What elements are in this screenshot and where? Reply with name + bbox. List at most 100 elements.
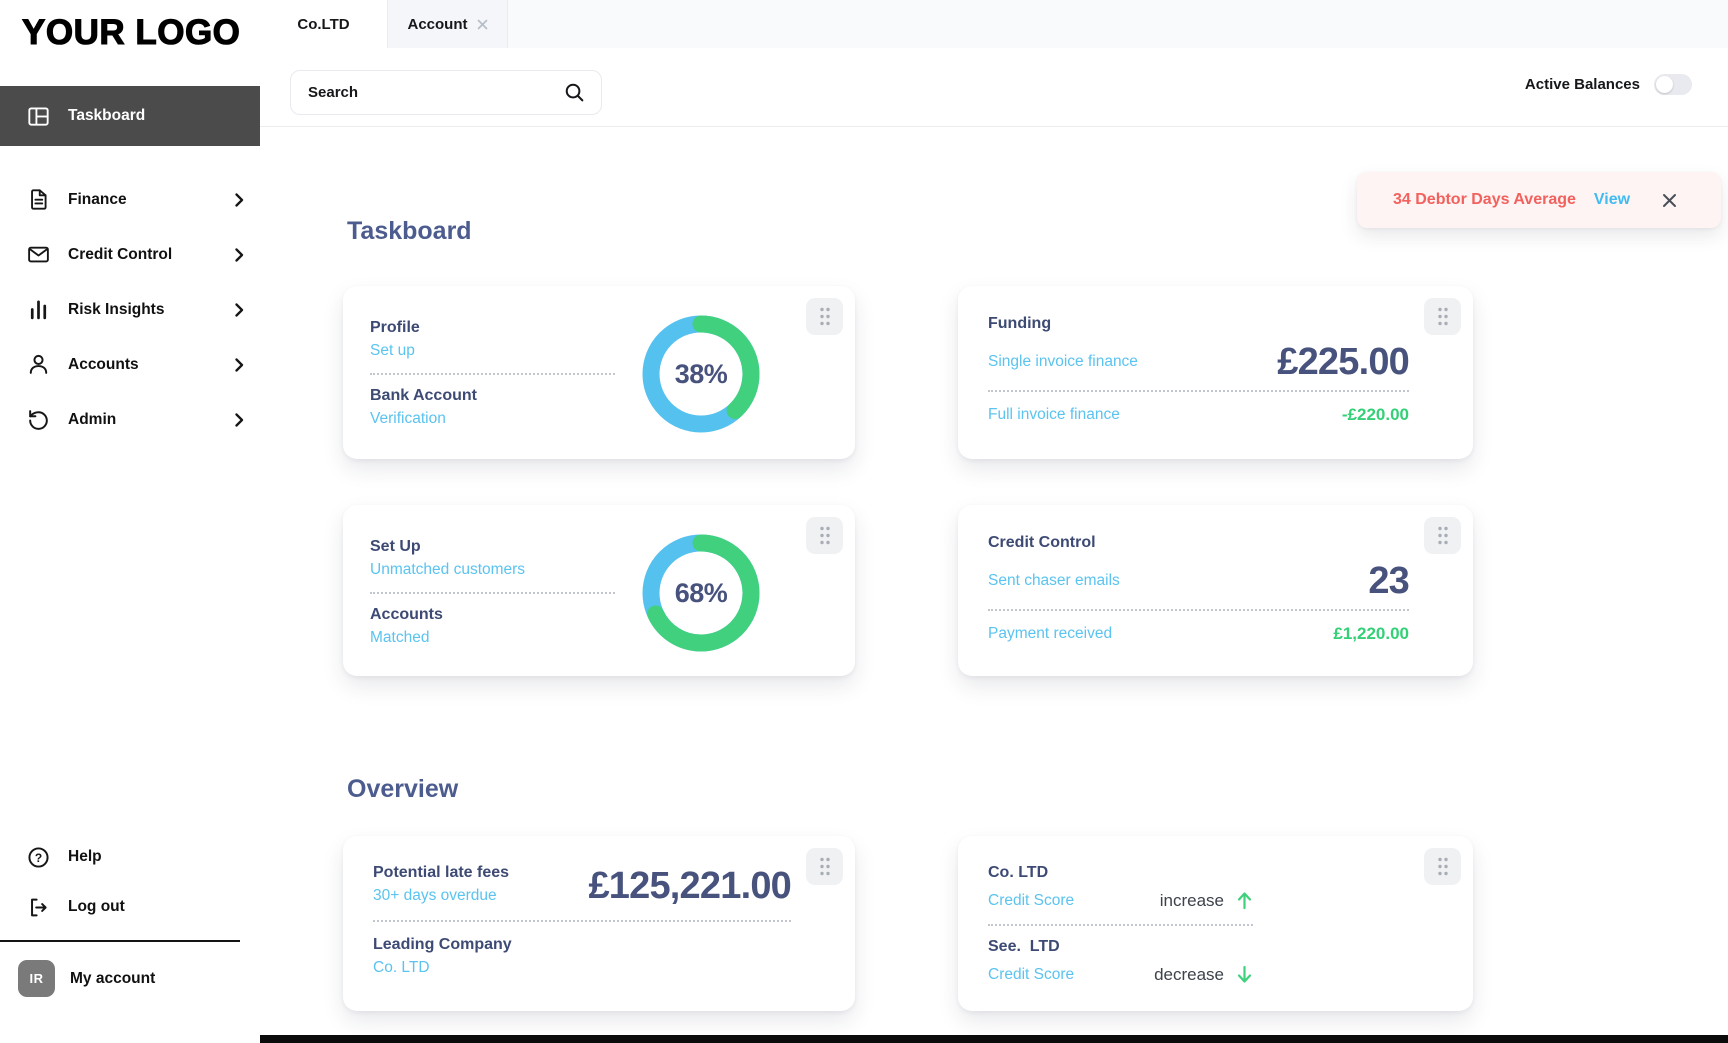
dotted-divider xyxy=(370,373,615,375)
banner-close-icon[interactable] xyxy=(1662,193,1677,208)
avatar: IR xyxy=(18,960,55,997)
chevron-right-icon xyxy=(235,302,244,317)
sidebar-nav: Finance Credit Control Risk Insights Acc… xyxy=(0,172,260,447)
stat-label: Sent chaser emails xyxy=(988,572,1120,589)
sidebar-item-taskboard[interactable]: Taskboard xyxy=(0,86,260,146)
stat-label: Payment received xyxy=(988,625,1113,642)
card-entry: Profile Set up xyxy=(370,319,615,360)
stat-value: £1,220.00 xyxy=(1333,624,1409,643)
entry-title: Set Up xyxy=(370,538,421,555)
card-title: Credit Control xyxy=(988,534,1096,551)
card-entry: Co. LTD Credit Score increase xyxy=(988,864,1253,911)
drag-handle-icon[interactable] xyxy=(1424,298,1461,335)
card-title: Funding xyxy=(988,315,1052,332)
chevron-right-icon xyxy=(235,192,244,207)
sidebar-item-label: Taskboard xyxy=(68,107,146,124)
dotted-divider xyxy=(988,924,1253,926)
sidebar: YOUR LOGO Taskboard Finance Credit Contr… xyxy=(0,0,260,1043)
card-entry: See. LTD Credit Score decrease xyxy=(988,938,1253,985)
sidebar-item-credit-control[interactable]: Credit Control xyxy=(0,227,260,282)
sidebar-item-finance[interactable]: Finance xyxy=(0,172,260,227)
arrow-down-icon xyxy=(1236,964,1253,985)
stat-label: Credit Score xyxy=(988,891,1075,909)
trend-direction-label: decrease xyxy=(1154,964,1224,984)
sidebar-item-help[interactable]: ? Help xyxy=(0,832,260,882)
sidebar-item-admin[interactable]: Admin xyxy=(0,392,260,447)
chevron-right-icon xyxy=(235,412,244,427)
entry-subtitle: Verification xyxy=(370,410,446,427)
donut-percent-label: 38% xyxy=(674,358,728,389)
sidebar-item-accounts[interactable]: Accounts xyxy=(0,337,260,392)
card-funding: Funding Single invoice finance £225.00 F… xyxy=(958,286,1473,459)
dotted-divider xyxy=(373,920,791,922)
drag-handle-icon[interactable] xyxy=(806,848,843,885)
active-balances-control: Active Balances xyxy=(1525,74,1692,95)
card-entry: Set Up Unmatched customers xyxy=(370,538,615,579)
drag-handle-icon[interactable] xyxy=(806,298,843,335)
sidebar-item-label: Log out xyxy=(68,898,125,915)
stat-label: Full invoice finance xyxy=(988,406,1120,423)
help-icon: ? xyxy=(26,845,51,870)
section-title-overview: Overview xyxy=(347,775,459,803)
stat-value: 23 xyxy=(1368,560,1409,602)
completion-donut-chart: 68% xyxy=(641,533,761,653)
stat-value: -£220.00 xyxy=(1341,405,1409,424)
search-input[interactable] xyxy=(308,84,563,101)
trend-direction-label: increase xyxy=(1159,890,1224,910)
card-setup-accounts: Set Up Unmatched customers Accounts Matc… xyxy=(343,505,855,676)
entry-title: Leading Company xyxy=(373,936,512,953)
card-credit-control: Credit Control Sent chaser emails 23 Pay… xyxy=(958,505,1473,676)
arrow-up-icon xyxy=(1236,890,1253,911)
sidebar-item-label: Help xyxy=(68,848,102,865)
dotted-divider xyxy=(370,592,615,594)
entry-subtitle: Unmatched customers xyxy=(370,561,526,578)
search-icon[interactable] xyxy=(563,81,586,104)
header-toolbar: Active Balances xyxy=(260,48,1728,127)
bar-chart-icon xyxy=(26,297,51,322)
banner-message: 34 Debtor Days Average xyxy=(1393,191,1576,208)
entry-title: Profile xyxy=(370,319,420,336)
svg-text:?: ? xyxy=(35,850,42,864)
app-logo: YOUR LOGO xyxy=(21,12,241,52)
chevron-right-icon xyxy=(235,247,244,262)
drag-handle-icon[interactable] xyxy=(806,517,843,554)
person-icon xyxy=(26,352,51,377)
tab-close-icon[interactable] xyxy=(477,19,488,30)
sidebar-divider xyxy=(0,940,240,942)
entry-title: See. LTD xyxy=(988,938,1060,955)
history-icon xyxy=(26,407,51,432)
tab-co-ltd[interactable]: Co.LTD xyxy=(260,0,387,48)
drag-handle-icon[interactable] xyxy=(1424,848,1461,885)
tab-account[interactable]: Account xyxy=(387,0,508,48)
entry-title: Bank Account xyxy=(370,387,477,404)
entry-subtitle: 30+ days overdue xyxy=(373,887,497,904)
donut-percent-label: 68% xyxy=(674,577,728,608)
tab-label: Account xyxy=(407,15,468,33)
sidebar-item-label: Admin xyxy=(68,410,117,428)
my-account-label: My account xyxy=(70,969,156,987)
entry-title: Accounts xyxy=(370,606,443,623)
card-entry: Accounts Matched xyxy=(370,606,615,647)
tab-label: Co.LTD xyxy=(297,15,350,33)
toggle-knob xyxy=(1656,76,1673,93)
stat-value: £225.00 xyxy=(1277,341,1410,383)
sidebar-item-logout[interactable]: Log out xyxy=(0,882,260,932)
drag-handle-icon[interactable] xyxy=(1424,517,1461,554)
sidebar-item-label: Finance xyxy=(68,190,127,208)
active-balances-toggle[interactable] xyxy=(1654,74,1692,95)
section-title-taskboard: Taskboard xyxy=(347,217,472,245)
sidebar-item-label: Credit Control xyxy=(68,245,173,263)
card-potential-late-fees: Potential late fees 30+ days overdue £12… xyxy=(343,836,855,1011)
my-account-button[interactable]: IR My account xyxy=(18,960,155,997)
main-content: Taskboard Profile Set up Bank Account Ve… xyxy=(260,127,1728,1043)
search-box xyxy=(290,70,602,115)
banner-view-link[interactable]: View xyxy=(1594,191,1630,209)
dotted-divider xyxy=(988,609,1409,611)
chevron-right-icon xyxy=(235,357,244,372)
stat-value: £125,221.00 xyxy=(588,865,791,907)
top-tab-bar: Co.LTD Account xyxy=(260,0,1728,48)
entry-subtitle: Matched xyxy=(370,629,430,646)
sidebar-footer: ? Help Log out xyxy=(0,832,260,932)
sidebar-item-risk-insights[interactable]: Risk Insights xyxy=(0,282,260,337)
entry-subtitle: Set up xyxy=(370,342,415,359)
